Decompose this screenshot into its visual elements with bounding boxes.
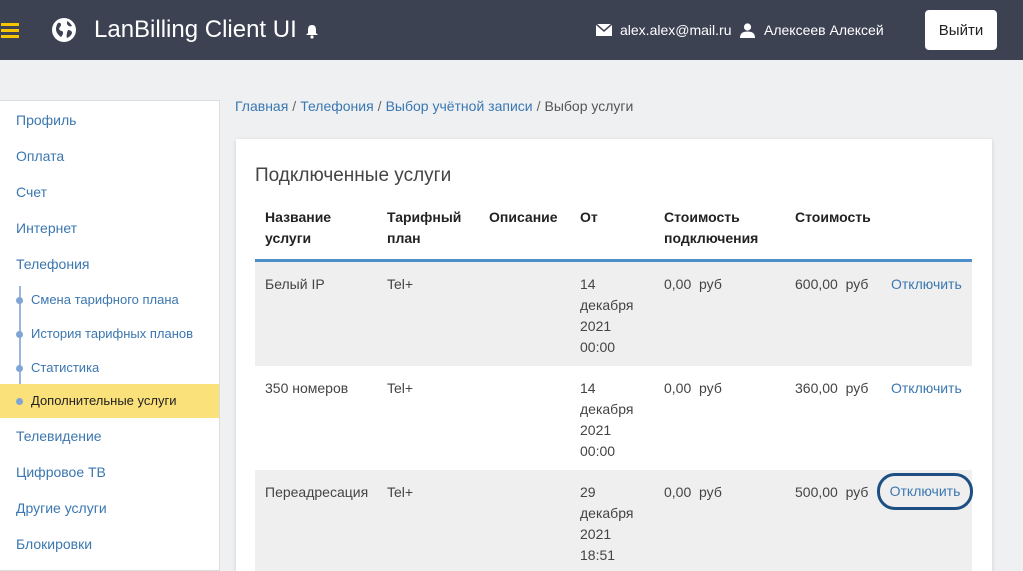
cell-service-name: Белый IP xyxy=(265,276,325,292)
column-header-cost: Стоимость xyxy=(795,209,871,225)
breadcrumb-telephony[interactable]: Телефония xyxy=(300,98,373,114)
breadcrumb-account-select[interactable]: Выбор учётной записи xyxy=(386,98,533,114)
sidebar-subitem-label: Статистика xyxy=(31,360,100,375)
user-name[interactable]: Алексеев Алексей xyxy=(764,22,884,38)
cell-connection-cost: 0,00 руб xyxy=(664,484,722,500)
sidebar-subitem-plan-history[interactable]: История тарифных планов xyxy=(0,317,219,351)
bullet-icon xyxy=(16,331,23,338)
sidebar-item-blocks[interactable]: Блокировки xyxy=(16,536,92,552)
sidebar-item-telephony[interactable]: Телефония xyxy=(16,256,89,272)
user-icon xyxy=(740,23,755,38)
bullet-icon xyxy=(16,365,23,372)
bullet-icon xyxy=(16,398,23,405)
cell-connection-cost: 0,00 руб xyxy=(664,380,722,396)
cell-service-name: Переадресация xyxy=(265,484,369,500)
sidebar-item-other-services[interactable]: Другие услуги xyxy=(16,500,107,516)
user-email[interactable]: alex.alex@mail.ru xyxy=(620,22,731,38)
cell-cost: 500,00 руб xyxy=(795,484,869,500)
sidebar-subitem-label: История тарифных планов xyxy=(31,326,194,341)
sidebar: Профиль Оплата Счет Интернет Телефония С… xyxy=(0,100,220,571)
sidebar-item-payment[interactable]: Оплата xyxy=(16,148,64,164)
column-header-description: Описание xyxy=(489,209,558,225)
sidebar-subitem-change-plan[interactable]: Смена тарифного плана xyxy=(0,283,219,317)
cell-plan: Tel+ xyxy=(387,484,414,500)
globe-icon xyxy=(52,18,76,42)
column-header-from: От xyxy=(580,209,598,225)
breadcrumb-current: Выбор услуги xyxy=(544,98,634,114)
cell-cost: 600,00 руб xyxy=(795,276,869,292)
cell-service-name: 350 номеров xyxy=(265,380,349,396)
cell-plan: Tel+ xyxy=(387,380,414,396)
menu-icon[interactable] xyxy=(1,23,19,38)
cell-date: 14 декабря 2021 00:00 xyxy=(580,380,634,459)
column-header-plan: Тарифный план xyxy=(387,209,462,246)
table-row: 350 номеров Tel+ 14 декабря 2021 00:00 0,00… xyxy=(255,366,972,470)
cell-date: 29 декабря 2021 18:51 xyxy=(580,484,634,563)
column-header-connection-cost: Стоимость подключения xyxy=(664,209,759,246)
sidebar-subitem-label: Смена тарифного плана xyxy=(31,292,179,307)
app-title: LanBilling Client UI xyxy=(94,16,297,43)
logout-button[interactable]: Выйти xyxy=(925,10,997,50)
cell-plan: Tel+ xyxy=(387,276,414,292)
bell-icon[interactable] xyxy=(305,24,319,39)
mail-icon xyxy=(596,24,612,36)
table-row: Переадресация Tel+ 29 декабря 2021 18:51 0,… xyxy=(255,470,973,571)
column-header-name: Название услуги xyxy=(265,209,332,246)
table-row: Белый IP Tel+ 14 декабря 2021 00:00 0,00 ру… xyxy=(255,262,972,366)
disable-service-link[interactable]: Отключить xyxy=(891,274,962,295)
services-card: Подключенные услуги Название услуги Тариф… xyxy=(236,139,992,571)
top-bar: LanBilling Client UI alex.alex@mail.ru А… xyxy=(0,0,1023,60)
sidebar-subitem-statistics[interactable]: Статистика xyxy=(0,351,219,385)
disable-service-link[interactable]: Отключить xyxy=(891,378,962,399)
disable-service-link[interactable]: Отключить xyxy=(877,473,973,510)
breadcrumb-home[interactable]: Главная xyxy=(235,98,288,114)
cell-cost: 360,00 руб xyxy=(795,380,869,396)
sidebar-item-profile[interactable]: Профиль xyxy=(16,112,76,128)
breadcrumb: Главная / Телефония / Выбор учётной записи / В… xyxy=(235,98,634,114)
sidebar-item-digital-tv[interactable]: Цифровое ТВ xyxy=(16,464,106,480)
cell-date: 14 декабря 2021 00:00 xyxy=(580,276,634,355)
cell-connection-cost: 0,00 руб xyxy=(664,276,722,292)
bullet-icon xyxy=(16,297,23,304)
sidebar-subitem-label: Дополнительные услуги xyxy=(31,393,177,408)
sidebar-item-account[interactable]: Счет xyxy=(16,184,47,200)
sidebar-item-internet[interactable]: Интернет xyxy=(16,220,77,236)
card-title: Подключенные услуги xyxy=(255,165,452,186)
sidebar-item-tv[interactable]: Телевидение xyxy=(16,428,102,444)
sidebar-subitem-additional-services[interactable]: Дополнительные услуги xyxy=(0,384,219,418)
